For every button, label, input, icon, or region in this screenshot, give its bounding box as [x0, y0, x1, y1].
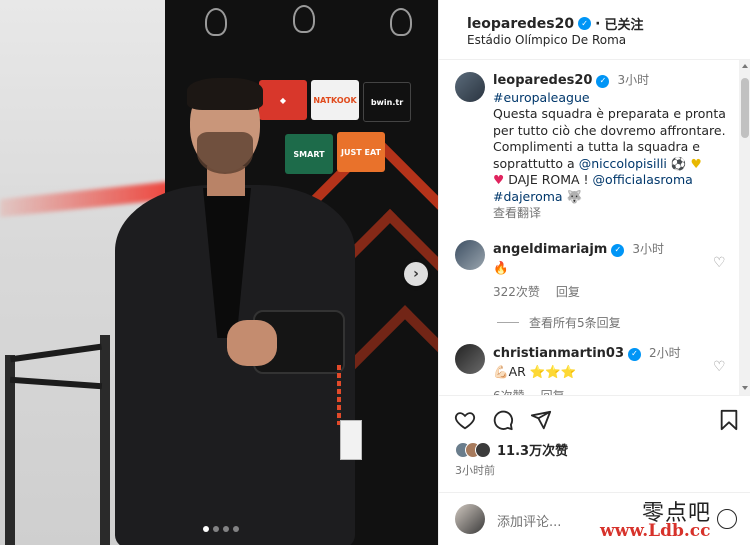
caption-username-row: leoparedes20 ✓ [493, 73, 610, 90]
caption-hashtag[interactable]: #europaleague [493, 90, 733, 107]
comment-body: angeldimariajm ✓ 3小时 🔥 322次赞 回复 [493, 240, 693, 301]
comment-text: 🔥 [493, 260, 509, 275]
header-username[interactable]: leoparedes20 [467, 16, 574, 32]
sponsor-logo: bwin.tr [363, 82, 411, 122]
chevron-right-icon: › [413, 266, 419, 282]
caption-text-2: DAJE ROMA ! [508, 172, 589, 187]
likes-summary-row: 11.3万次赞 [455, 440, 568, 459]
europa-league-logo [293, 5, 315, 33]
verified-badge-icon: ✓ [596, 74, 610, 88]
player-figure [115, 70, 365, 545]
header-user-row: leoparedes20 ✓ · 已关注 [467, 14, 643, 34]
reply-button[interactable]: 回复 [541, 387, 565, 395]
hand [227, 320, 277, 366]
credential-tag [340, 420, 362, 460]
commenter-username[interactable]: angeldimariajm [493, 241, 607, 259]
comment-likes[interactable]: 322次赞 [493, 283, 540, 301]
comment-button[interactable] [491, 408, 515, 432]
comment-likes[interactable]: 6次赞 [493, 387, 525, 395]
following-button[interactable]: 已关注 [604, 14, 643, 33]
current-user-avatar [455, 504, 485, 534]
comment-heart-icon[interactable]: ♡ [713, 256, 727, 270]
separator-dot: · [595, 15, 601, 32]
hair [187, 78, 263, 110]
commenter-avatar[interactable] [455, 344, 485, 374]
add-comment-bar: 添加评论... [439, 492, 750, 545]
post-detail-panel: leoparedes20 ✓ · 已关注 Estádio Olímpico De… [438, 0, 750, 545]
comment-meta: 6次赞 回复 [493, 387, 693, 395]
carousel-dot [233, 526, 239, 532]
wolf-emoji: 🐺 [566, 188, 583, 204]
caption-time: 3小时 [617, 73, 650, 87]
comment-text: 💪🏻AR ⭐⭐⭐ [493, 364, 577, 379]
caption-username[interactable]: leoparedes20 [493, 73, 592, 90]
red-heart-emoji: ♥ [493, 172, 505, 187]
comment-body: christianmartin03 ✓ 2小时 💪🏻AR ⭐⭐⭐ 6次赞 回复 [493, 344, 693, 395]
europa-league-logo [390, 8, 412, 36]
caption-mention[interactable]: @officialasroma [593, 172, 693, 187]
comment-heart-icon[interactable]: ♡ [713, 360, 727, 374]
comment-time: 3小时 [632, 242, 664, 256]
beard [197, 132, 253, 174]
barrier-post [5, 355, 15, 545]
view-replies-label: 查看所有5条回复 [529, 316, 621, 330]
commenter-row: angeldimariajm ✓ [493, 241, 625, 259]
verified-badge-icon: ✓ [628, 347, 642, 361]
commenter-avatar[interactable] [455, 240, 485, 270]
scroll-down-arrow-icon[interactable] [742, 386, 748, 390]
comment-meta: 322次赞 回复 [493, 283, 693, 301]
commenter-username[interactable]: christianmartin03 [493, 345, 624, 363]
like-button[interactable] [453, 408, 477, 432]
europa-league-logo [205, 8, 227, 36]
heart-icon [454, 412, 476, 430]
save-button[interactable] [717, 408, 741, 432]
scroll-up-arrow-icon[interactable] [742, 64, 748, 68]
caption-block: leoparedes20 ✓ 3小时 #europaleague Questa … [455, 72, 733, 222]
verified-badge-icon: ✓ [611, 243, 625, 257]
verified-badge-icon: ✓ [578, 17, 592, 30]
comment-time: 2小时 [649, 346, 681, 360]
post-header: leoparedes20 ✓ · 已关注 Estádio Olímpico De… [439, 0, 750, 60]
view-replies[interactable]: 查看所有5条回复 [497, 314, 621, 331]
caption-mention[interactable]: @niccolopisilli [579, 156, 667, 171]
comment-item: christianmartin03 ✓ 2小时 💪🏻AR ⭐⭐⭐ 6次赞 回复 … [455, 344, 735, 395]
scrollbar-thumb[interactable] [741, 78, 749, 138]
barrier-belt [10, 343, 102, 363]
caption-avatar[interactable] [455, 72, 485, 102]
barrier-post [100, 335, 110, 545]
carousel-next-button[interactable]: › [404, 262, 428, 286]
bookmark-icon [720, 409, 738, 431]
emoji-icon[interactable] [717, 509, 737, 529]
caption-hashtag[interactable]: #dajeroma [493, 189, 563, 204]
likes-count[interactable]: 11.3万次赞 [497, 440, 568, 459]
post-location[interactable]: Estádio Olímpico De Roma [467, 33, 626, 47]
commenter-row: christianmartin03 ✓ [493, 345, 642, 363]
posted-time: 3小时前 [455, 464, 495, 477]
post-actions: 11.3万次赞 3小时前 [439, 395, 750, 485]
send-icon [530, 410, 552, 430]
liker-avatars [455, 441, 491, 458]
yellow-heart-emoji: ♥ [690, 155, 702, 171]
carousel-indicator [203, 526, 239, 532]
replies-divider [497, 322, 519, 323]
soccer-ball-emoji: ⚽ [670, 155, 687, 171]
add-comment-input[interactable]: 添加评论... [497, 511, 561, 530]
carousel-dot [213, 526, 219, 532]
see-translation-link[interactable]: 查看翻译 [493, 205, 733, 222]
lanyard [337, 365, 341, 425]
reply-button[interactable]: 回复 [556, 283, 580, 301]
comments-scroll-area[interactable]: leoparedes20 ✓ 3小时 #europaleague Questa … [439, 60, 739, 395]
post-photo[interactable]: ◆ NATKOOK bwin.tr SMART JUST EAT › [0, 0, 438, 545]
share-button[interactable] [529, 408, 553, 432]
barrier-belt [9, 376, 103, 390]
comment-icon [493, 410, 513, 431]
caption-body: leoparedes20 ✓ 3小时 #europaleague Questa … [493, 72, 733, 222]
liker-avatar[interactable] [475, 441, 491, 458]
carousel-dot [223, 526, 229, 532]
comment-item: angeldimariajm ✓ 3小时 🔥 322次赞 回复 ♡ [455, 240, 735, 301]
carousel-dot-active [203, 526, 209, 532]
